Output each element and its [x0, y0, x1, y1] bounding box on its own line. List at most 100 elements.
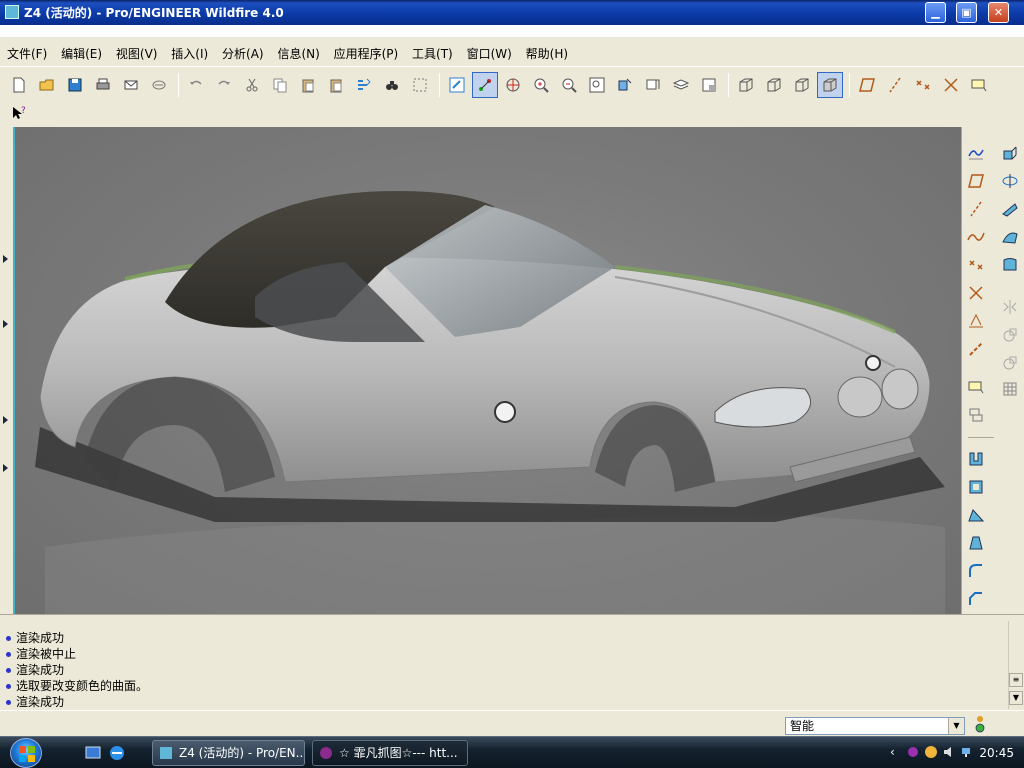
open-folder-icon[interactable] — [34, 72, 60, 98]
internet-explorer-icon[interactable] — [108, 744, 126, 762]
redo-icon[interactable] — [211, 72, 237, 98]
refit-icon[interactable] — [584, 72, 610, 98]
left-dock-strip[interactable] — [0, 127, 15, 614]
graphics-viewport[interactable] — [15, 127, 961, 614]
find-icon[interactable] — [379, 72, 405, 98]
zoom-out-icon[interactable] — [556, 72, 582, 98]
wireframe-icon[interactable] — [733, 72, 759, 98]
new-file-icon[interactable] — [6, 72, 32, 98]
view-manager-icon[interactable] — [696, 72, 722, 98]
undo-icon[interactable] — [183, 72, 209, 98]
draft-icon[interactable] — [964, 531, 988, 555]
cut-icon[interactable] — [239, 72, 265, 98]
menu-help[interactable]: 帮助(H) — [521, 45, 573, 62]
email-link-icon[interactable] — [146, 72, 172, 98]
proe-icon — [160, 747, 172, 759]
menu-info[interactable]: 信息(N) — [272, 45, 324, 62]
expand-arrow-icon[interactable] — [3, 320, 8, 328]
expand-arrow-icon[interactable] — [3, 464, 8, 472]
analysis-feature-icon[interactable] — [964, 309, 988, 333]
message-line: 渲染成功 — [6, 693, 64, 710]
message-scrollbar[interactable]: ≡ ▼ — [1008, 621, 1024, 709]
email-icon[interactable] — [118, 72, 144, 98]
select-box-icon[interactable] — [407, 72, 433, 98]
datum-plane-icon[interactable] — [854, 72, 880, 98]
volume-icon[interactable] — [942, 745, 956, 759]
blend-icon[interactable] — [998, 225, 1022, 249]
menu-tools[interactable]: 工具(T) — [407, 45, 458, 62]
pattern-icon[interactable] — [998, 351, 1022, 375]
toolbar: ? — [0, 68, 1024, 126]
mirror-icon[interactable] — [998, 295, 1022, 319]
menu-applications[interactable]: 应用程序(P) — [329, 45, 404, 62]
scroll-page-icon[interactable]: ≡ — [1009, 673, 1023, 687]
expand-arrow-icon[interactable] — [3, 416, 8, 424]
network-icon[interactable] — [960, 745, 974, 759]
rib-icon[interactable] — [964, 503, 988, 527]
datum-point-icon[interactable] — [964, 253, 988, 277]
minimize-button[interactable]: ▁ — [925, 2, 946, 23]
menu-window[interactable]: 窗口(W) — [462, 45, 517, 62]
clock[interactable]: 20:45 — [979, 746, 1014, 760]
orient-icon[interactable] — [500, 72, 526, 98]
datum-point-icon[interactable] — [910, 72, 936, 98]
task-screenshot-tool[interactable]: ☆ 霏凡抓图☆--- htt... — [312, 740, 468, 766]
start-button[interactable] — [10, 738, 42, 768]
whats-this-icon[interactable]: ? — [6, 100, 32, 126]
grid-icon[interactable] — [998, 377, 1022, 401]
datum-axis-icon[interactable] — [964, 197, 988, 221]
scroll-down-icon[interactable]: ▼ — [1009, 691, 1023, 705]
print-icon[interactable] — [90, 72, 116, 98]
expand-arrow-icon[interactable] — [3, 255, 8, 263]
revolve-icon[interactable] — [998, 169, 1022, 193]
annotation-icon[interactable] — [966, 72, 992, 98]
boundary-blend-icon[interactable] — [998, 253, 1022, 277]
show-desktop-icon[interactable] — [84, 744, 102, 762]
menu-analysis[interactable]: 分析(A) — [217, 45, 269, 62]
selection-filter-select[interactable]: 智能 ▼ — [785, 717, 965, 735]
save-icon[interactable] — [62, 72, 88, 98]
chamfer-icon[interactable] — [964, 587, 988, 611]
menu-file[interactable]: 文件(F) — [2, 45, 52, 62]
sweep-icon[interactable] — [998, 197, 1022, 221]
task-proe[interactable]: Z4 (活动的) - Pro/EN... — [152, 740, 305, 766]
datum-plane-icon[interactable] — [964, 169, 988, 193]
shell-icon[interactable] — [964, 475, 988, 499]
datum-curve-icon[interactable] — [964, 225, 988, 249]
round-icon[interactable] — [964, 559, 988, 583]
no-hidden-icon[interactable] — [789, 72, 815, 98]
status-light-icon — [975, 716, 985, 733]
layers-icon[interactable] — [668, 72, 694, 98]
paste-special-icon[interactable] — [323, 72, 349, 98]
group-icon[interactable] — [964, 403, 988, 427]
shading-icon[interactable] — [817, 72, 843, 98]
regenerate-icon[interactable] — [351, 72, 377, 98]
annotation-icon[interactable] — [964, 375, 988, 399]
smiley-icon[interactable] — [924, 745, 938, 759]
copy-icon[interactable] — [267, 72, 293, 98]
chevron-left-icon[interactable]: ‹ — [890, 745, 904, 759]
task-label: Z4 (活动的) - Pro/EN... — [179, 746, 305, 760]
paste-icon[interactable] — [295, 72, 321, 98]
menu-insert[interactable]: 插入(I) — [166, 45, 213, 62]
sketch-tool-icon[interactable] — [964, 141, 988, 165]
copy-feature-icon[interactable] — [998, 323, 1022, 347]
menu-edit[interactable]: 编辑(E) — [56, 45, 107, 62]
chain-icon[interactable] — [964, 337, 988, 361]
maximize-button[interactable]: ▣ — [956, 2, 977, 23]
chevron-down-icon[interactable]: ▼ — [948, 718, 964, 734]
spin-center-icon[interactable] — [472, 72, 498, 98]
coord-sys-icon[interactable] — [964, 281, 988, 305]
menu-view[interactable]: 视图(V) — [111, 45, 163, 62]
hole-icon[interactable] — [964, 447, 988, 471]
bug-icon[interactable] — [906, 745, 920, 759]
zoom-in-icon[interactable] — [528, 72, 554, 98]
saved-views-icon[interactable] — [640, 72, 666, 98]
extrude-icon[interactable] — [998, 141, 1022, 165]
close-button[interactable]: ✕ — [988, 2, 1009, 23]
datum-axis-icon[interactable] — [882, 72, 908, 98]
hidden-line-icon[interactable] — [761, 72, 787, 98]
coord-sys-icon[interactable] — [938, 72, 964, 98]
repaint-icon[interactable] — [444, 72, 470, 98]
reorient-icon[interactable] — [612, 72, 638, 98]
